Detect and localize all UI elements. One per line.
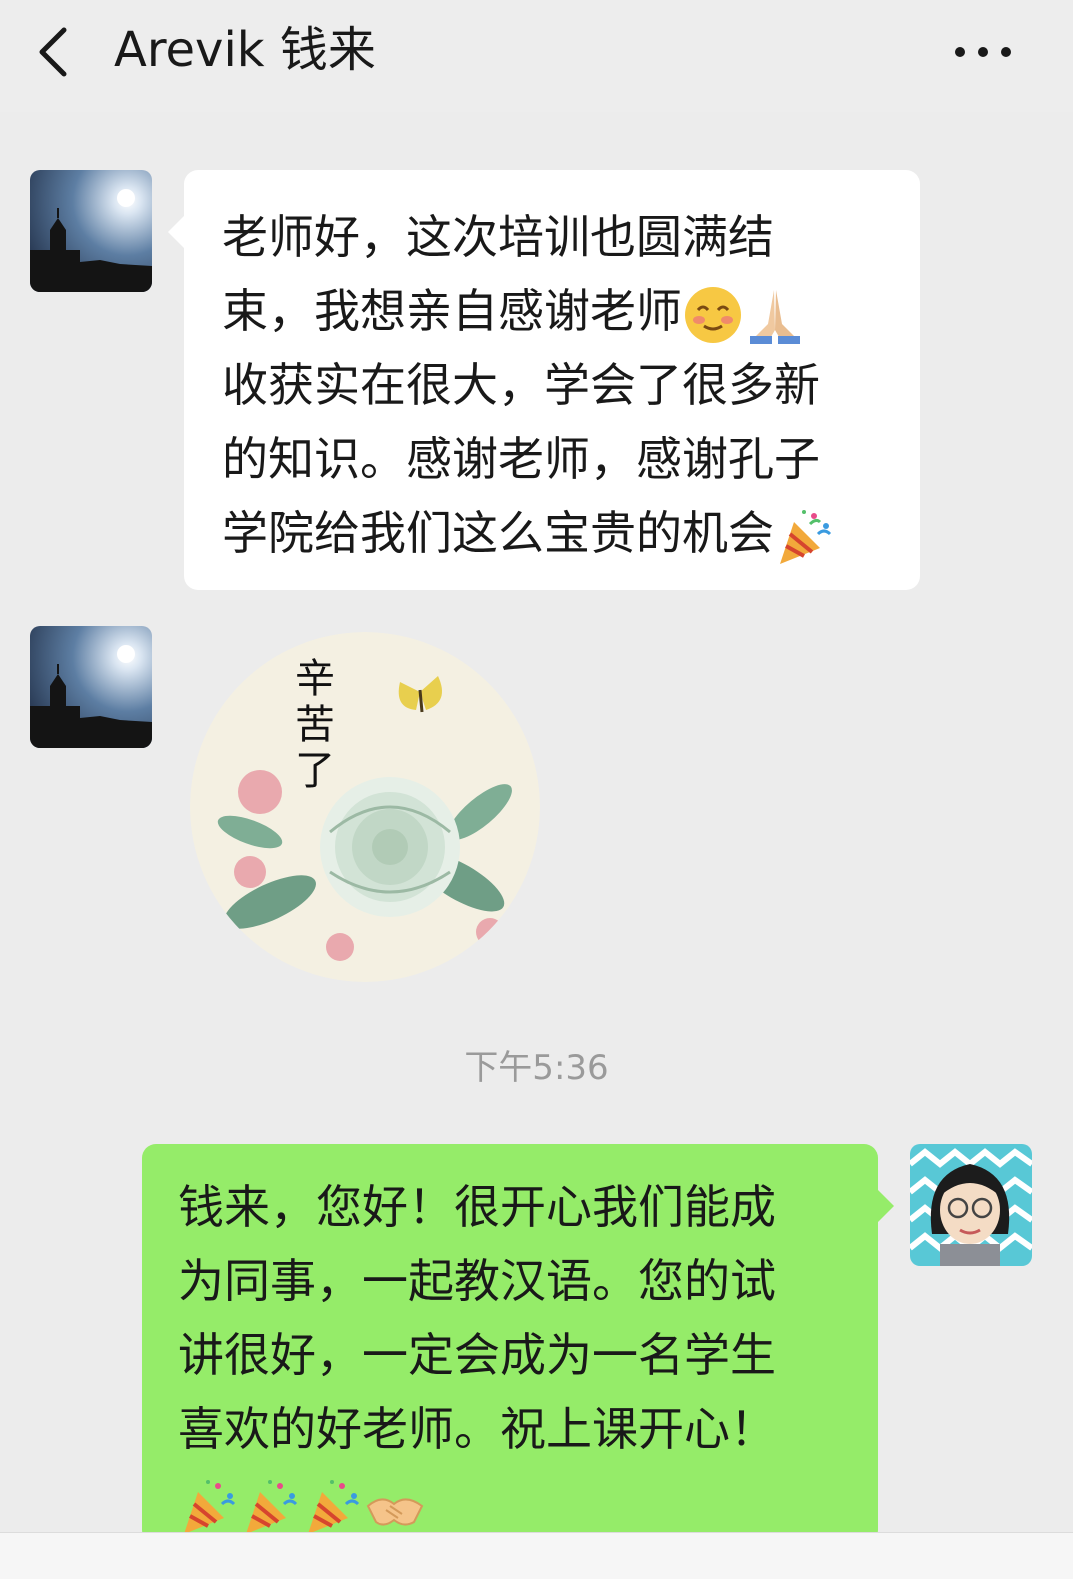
message-bubble-outgoing[interactable]: 钱来，您好！很开心我们能成 为同事，一起教汉语。您的试 讲很好，一定会成为一名学…: [142, 1144, 894, 1544]
message-bubble-incoming[interactable]: 老师好，这次培训也圆满结 束，我想亲自感谢老师 收获实在很大，学会了很多新 的知…: [168, 170, 920, 590]
input-bar: [0, 1532, 1073, 1579]
bubble-tail: [878, 1190, 894, 1222]
chat-header: Arevik 钱来: [0, 0, 1073, 112]
message-line: 为同事，一起教汉语。您的试: [178, 1254, 776, 1308]
chat-title: Arevik 钱来: [114, 22, 376, 78]
smile-emoji-icon: [685, 286, 741, 343]
back-chevron-icon[interactable]: [30, 22, 78, 82]
peony-icon: 辛 苦 了: [190, 632, 540, 982]
my-avatar[interactable]: [910, 1144, 1032, 1266]
message-line: 喜欢的好老师。祝上课开心！: [178, 1402, 776, 1456]
girl-cartoon-icon: [910, 1144, 1032, 1266]
sticker-message[interactable]: 辛 苦 了: [190, 632, 540, 982]
sticker-text-1: 辛: [295, 656, 335, 702]
emoji-row: [178, 1466, 878, 1540]
bubble-tail: [168, 216, 184, 248]
pray-emoji-icon: [750, 289, 800, 344]
party-popper-icon: [780, 509, 832, 564]
party-popper-icon: [246, 1479, 298, 1534]
handshake-icon: [366, 1498, 424, 1526]
church-silhouette-icon: [30, 170, 152, 292]
message-line: 钱来，您好！很开心我们能成: [178, 1180, 776, 1234]
message-line: 束，我想亲自感谢老师: [222, 274, 920, 348]
party-popper-icon: [184, 1479, 236, 1534]
message-timestamp: 下午5:36: [464, 1048, 609, 1088]
message-line: 的知识。感谢老师，感谢孔子: [222, 432, 820, 486]
sticker-text-2: 苦: [295, 702, 335, 748]
message-line: 老师好，这次培训也圆满结: [222, 210, 774, 264]
message-line: 讲很好，一定会成为一名学生: [178, 1328, 776, 1382]
message-line: 学院给我们这么宝贵的机会: [222, 496, 920, 570]
contact-avatar[interactable]: [30, 626, 152, 748]
message-line: 收获实在很大，学会了很多新: [222, 358, 820, 412]
party-popper-icon: [308, 1479, 360, 1534]
more-dots-icon[interactable]: [948, 32, 1018, 72]
church-silhouette-icon: [30, 626, 152, 748]
contact-avatar[interactable]: [30, 170, 152, 292]
sticker-text-3: 了: [295, 748, 335, 794]
